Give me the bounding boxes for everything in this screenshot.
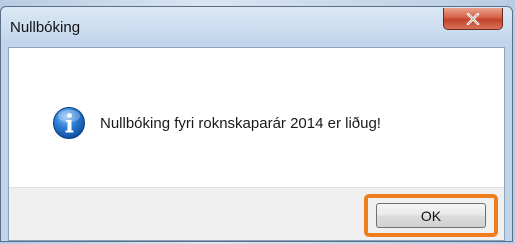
- button-footer: OK: [9, 187, 504, 240]
- dialog-title: Nullbóking: [10, 19, 81, 36]
- close-x-icon: [466, 12, 480, 25]
- title-bar[interactable]: Nullbóking: [1, 7, 512, 45]
- close-button[interactable]: [443, 8, 503, 30]
- message-row: Nullbóking fyri roknskaparár 2014 er lið…: [52, 105, 381, 141]
- ok-button-highlight: OK: [364, 194, 498, 237]
- ok-button[interactable]: OK: [376, 203, 486, 228]
- message-text: Nullbóking fyri roknskaparár 2014 er lið…: [100, 114, 381, 132]
- message-dialog: Nullbóking Nullbóking fyri roknskaparár …: [0, 6, 513, 242]
- dialog-content: Nullbóking fyri roknskaparár 2014 er lið…: [8, 47, 505, 241]
- information-icon: [53, 107, 85, 139]
